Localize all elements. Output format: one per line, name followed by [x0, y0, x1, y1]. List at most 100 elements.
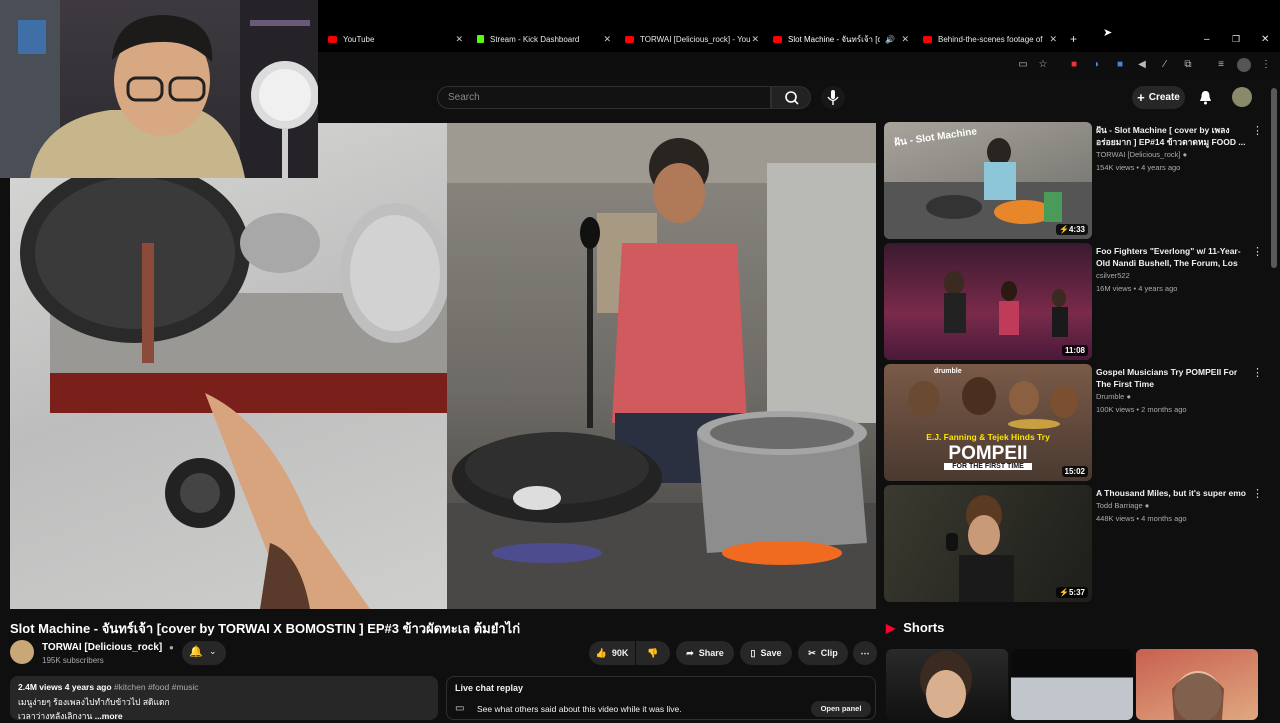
like-button[interactable]: 👍 90K — [589, 641, 635, 665]
recommended-title[interactable]: A Thousand Miles, but it's super emo — [1096, 487, 1246, 499]
tab-behind-the-scenes[interactable]: Behind-the-scenes footage of t ✕ — [923, 30, 1057, 48]
media-control-icon[interactable]: ≡ — [1214, 58, 1228, 72]
more-vertical-icon[interactable]: ⋮ — [1252, 366, 1263, 379]
more-vertical-icon[interactable]: ⋮ — [1252, 245, 1263, 258]
recommended-meta: 16M views • 4 years ago — [1096, 284, 1178, 293]
recommended-channel[interactable]: Drumble ● — [1096, 392, 1131, 401]
extension-mail-icon[interactable]: ■ — [1067, 58, 1081, 72]
tab-label: Behind-the-scenes footage of t — [938, 34, 1044, 44]
subscriber-count: 195K subscribers — [42, 656, 104, 665]
tab-torwai-channel[interactable]: TORWAI [Delicious_rock] - YouT ✕ — [625, 30, 759, 48]
tab-label: Slot Machine - จันทร์เจ้า [cov — [788, 34, 880, 44]
hashtags[interactable]: #kitchen #food #music — [114, 682, 199, 692]
channel-avatar[interactable] — [10, 640, 34, 664]
search-button[interactable] — [771, 86, 811, 109]
clip-button[interactable]: ✂ Clip — [798, 641, 848, 665]
video-scene-stove — [20, 163, 450, 609]
shorts-icon: ⚡ — [1059, 225, 1069, 234]
install-icon[interactable]: ▭ — [1016, 58, 1030, 72]
clip-label: Clip — [820, 648, 838, 658]
close-icon[interactable]: ✕ — [1049, 34, 1057, 45]
bookmark-star-icon[interactable]: ☆ — [1036, 58, 1050, 72]
video-player[interactable] — [10, 123, 876, 609]
video-thumbnail[interactable]: drumble E.J. Fanning & Tejek Hinds Try P… — [884, 364, 1092, 481]
streamer-webcam-overlay — [0, 0, 318, 178]
save-button[interactable]: ▯ Save — [740, 641, 792, 665]
video-frame-right — [447, 123, 876, 609]
duration-badge: 11:08 — [1061, 345, 1088, 356]
video-thumbnail[interactable]: ฝัน - Slot Machine ⚡4:33 — [884, 122, 1092, 239]
browser-menu-icon[interactable]: ⋮ — [1259, 58, 1273, 72]
extension-box-icon[interactable]: ■ — [1113, 58, 1127, 72]
new-tab-button[interactable]: + — [1070, 30, 1082, 48]
thumbnail-brand: drumble — [934, 368, 962, 375]
thumbnail-text: E.J. Fanning & Tejek Hinds Try — [926, 432, 1050, 442]
tab-label: Stream - Kick Dashboard — [490, 34, 580, 44]
more-vertical-icon[interactable]: ⋮ — [1252, 487, 1263, 500]
bookmark-icon: ▯ — [750, 647, 756, 658]
extensions-puzzle-icon[interactable]: ⧉ — [1181, 58, 1195, 72]
recommended-meta: 448K views • 4 months ago — [1096, 514, 1187, 523]
short-thumbnail[interactable] — [1136, 649, 1258, 720]
video-thumbnail[interactable]: 11:08 — [884, 243, 1092, 360]
short-thumbnail[interactable] — [886, 649, 1008, 720]
tab-youtube[interactable]: YouTube ✕ — [328, 30, 463, 48]
recommended-video[interactable]: ฝัน - Slot Machine ⚡4:33 ฝัน - Slot Mach… — [884, 122, 1274, 240]
video-thumbnail[interactable]: ⚡5:37 — [884, 485, 1092, 602]
mouse-cursor-icon: ➤ — [1103, 27, 1113, 39]
subscribe-notifications-button[interactable]: 🔔 ⌄ — [182, 641, 226, 665]
more-actions-button[interactable]: ⋯ — [853, 641, 877, 665]
chat-bubble-icon: ▭ — [455, 703, 465, 714]
close-icon[interactable]: ✕ — [603, 34, 611, 45]
thumbnail-image — [944, 271, 1068, 337]
tab-kick-dashboard[interactable]: Stream - Kick Dashboard ✕ — [477, 30, 611, 48]
account-avatar[interactable] — [1232, 87, 1252, 107]
extension-slash-icon[interactable]: ⁄ — [1158, 58, 1172, 72]
create-button[interactable]: + Create — [1132, 86, 1185, 109]
channel-name[interactable]: TORWAI [Delicious_rock] ● — [42, 642, 174, 653]
voice-search-button[interactable] — [821, 86, 845, 109]
close-icon[interactable]: ✕ — [751, 34, 759, 45]
search-input[interactable]: Search — [437, 86, 771, 109]
restore-icon[interactable]: ❐ — [1232, 30, 1242, 48]
recommended-video[interactable]: 11:08 Foo Fighters "Everlong" w/ 11-Year… — [884, 243, 1274, 361]
recommended-channel[interactable]: csilver522 — [1096, 271, 1130, 280]
recommended-video[interactable]: ⚡5:37 A Thousand Miles, but it's super e… — [884, 485, 1274, 603]
tab-label: TORWAI [Delicious_rock] - YouT — [640, 34, 750, 44]
duration-badge: 15:02 — [1061, 466, 1088, 477]
profile-icon[interactable] — [1237, 58, 1251, 72]
verified-icon: ● — [1126, 392, 1131, 401]
thumbs-up-icon: 👍 — [595, 647, 607, 658]
close-icon[interactable]: ✕ — [455, 34, 463, 45]
extension-translate-icon[interactable]: ◗ — [1090, 58, 1104, 72]
close-window-icon[interactable]: ✕ — [1261, 30, 1271, 48]
share-button[interactable]: ➦ Share — [676, 641, 734, 665]
notifications-bell-icon[interactable] — [1197, 89, 1214, 106]
open-panel-button[interactable]: Open panel — [811, 701, 871, 717]
youtube-icon — [773, 35, 782, 43]
video-scene-cook — [447, 123, 876, 609]
volume-icon[interactable]: ◀ — [1135, 58, 1149, 72]
speaker-icon[interactable]: 🔊 — [885, 35, 895, 44]
recommended-channel[interactable]: Todd Barriage ● — [1096, 501, 1149, 510]
thumbnail-text: POMPEII — [948, 443, 1028, 464]
recommended-title[interactable]: ฝัน - Slot Machine [ cover by เพลง อร่อย… — [1096, 124, 1246, 148]
dislike-button[interactable]: 👎 — [636, 641, 670, 665]
bell-icon: 🔔 — [189, 646, 203, 658]
short-thumbnail[interactable] — [1011, 649, 1133, 720]
recommended-title[interactable]: Gospel Musicians Try POMPEII For The Fir… — [1096, 366, 1246, 390]
recommended-meta: 154K views • 4 years ago — [1096, 163, 1181, 172]
channel-name-text: TORWAI [Delicious_rock] — [42, 642, 163, 653]
recommended-channel[interactable]: TORWAI [Delicious_rock] ● — [1096, 150, 1187, 159]
minimize-icon[interactable]: – — [1204, 30, 1214, 48]
close-icon[interactable]: ✕ — [901, 34, 909, 45]
page-scrollbar[interactable] — [1271, 88, 1277, 268]
tab-slot-machine[interactable]: Slot Machine - จันทร์เจ้า [cov 🔊 ✕ — [773, 30, 909, 48]
thumbnail-image — [946, 495, 1014, 602]
recommended-title[interactable]: Foo Fighters "Everlong" w/ 11-Year-Old N… — [1096, 245, 1246, 269]
shorts-icon: ⚡ — [1059, 588, 1069, 597]
video-description[interactable]: 2.4M views 4 years ago #kitchen #food #m… — [10, 676, 438, 721]
more-vertical-icon[interactable]: ⋮ — [1252, 124, 1263, 137]
recommended-video[interactable]: drumble E.J. Fanning & Tejek Hinds Try P… — [884, 364, 1274, 482]
scissors-icon: ✂ — [808, 647, 816, 658]
